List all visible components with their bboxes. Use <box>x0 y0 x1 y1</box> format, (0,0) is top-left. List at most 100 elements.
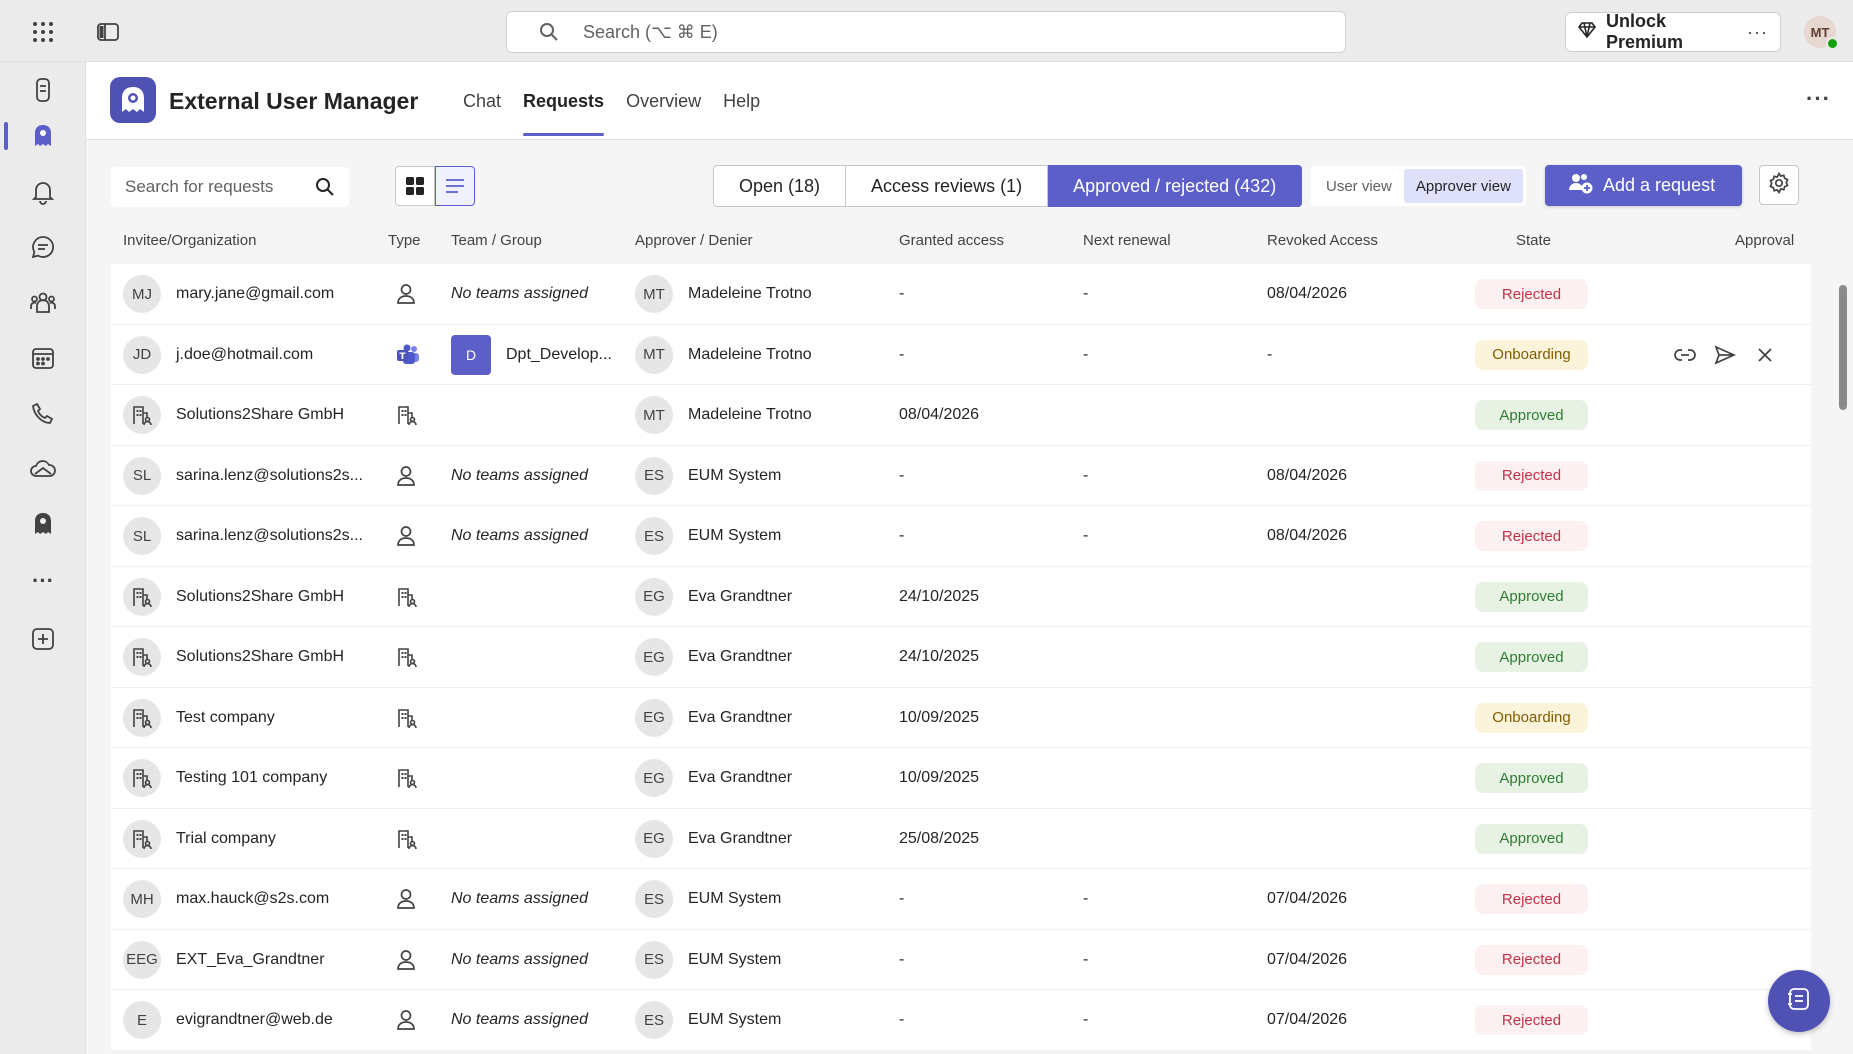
list-view-icon[interactable] <box>435 166 475 206</box>
rail-more-icon[interactable]: ··· <box>0 557 86 605</box>
team-cell: No teams assigned <box>451 527 588 544</box>
approver-name: Eva Grandtner <box>688 648 793 665</box>
col-type[interactable]: Type <box>388 216 421 264</box>
revoked-access <box>1267 809 1437 869</box>
tab-overview[interactable]: Overview <box>615 62 712 140</box>
invitee-name: Testing 101 company <box>176 769 328 786</box>
unlock-premium-button[interactable]: Unlock Premium ··· <box>1565 11 1781 52</box>
status-badge: Approved <box>1475 823 1588 854</box>
approver-view-button[interactable]: Approver view <box>1403 169 1523 203</box>
col-approver[interactable]: Approver / Denier <box>635 216 753 264</box>
tab-chat[interactable]: Chat <box>452 62 512 140</box>
organization-avatar-icon <box>123 638 161 676</box>
approver-avatar: EG <box>635 638 673 676</box>
user-avatar[interactable]: MT <box>1804 16 1839 50</box>
requests-content: Search for requests Open (18) Access rev… <box>86 140 1853 1054</box>
rail-chat-icon[interactable] <box>0 223 86 271</box>
close-icon[interactable] <box>1751 341 1779 369</box>
global-search-input[interactable]: Search (⌥ ⌘ E) <box>506 11 1346 53</box>
filter-approved-rejected[interactable]: Approved / rejected (432) <box>1048 165 1303 207</box>
tab-help[interactable]: Help <box>712 62 771 140</box>
organization-icon <box>396 627 426 687</box>
approver-avatar: EG <box>635 577 673 616</box>
table-row[interactable]: JD j.doe@hotmail.com T D Dpt_Develop... MT Mad… <box>111 324 1811 385</box>
app-more-icon[interactable]: ··· <box>1806 86 1831 112</box>
status-badge: Onboarding <box>1475 339 1588 370</box>
invitee-avatar: MJ <box>123 275 161 313</box>
filter-access-reviews[interactable]: Access reviews (1) <box>846 165 1049 207</box>
table-row[interactable]: Solutions2Share GmbH EG Eva Grandtner 24/10… <box>111 566 1811 627</box>
table-row[interactable]: Eevigrandtner@web.de No teams assigned ES E… <box>111 990 1811 1051</box>
send-icon[interactable] <box>1711 341 1739 369</box>
organization-avatar-icon <box>123 396 161 434</box>
filter-open[interactable]: Open (18) <box>713 165 847 207</box>
grid-view-icon[interactable] <box>395 166 435 206</box>
rail-bell-icon[interactable] <box>0 168 86 216</box>
table-row[interactable]: SL sarina.lenz@solutions2s... No teams ass… <box>111 445 1811 506</box>
rail-add-app-icon[interactable] <box>0 615 86 663</box>
add-request-button[interactable]: Add a request <box>1545 165 1742 206</box>
gear-icon <box>1768 171 1790 199</box>
revoked-access <box>1267 748 1437 808</box>
more-options-icon[interactable]: ··· <box>1747 22 1768 43</box>
rail-calendar-icon[interactable] <box>0 334 86 382</box>
invitee-cell: Test company <box>123 688 378 748</box>
approver-avatar: ES <box>635 517 673 555</box>
revoked-access <box>1267 567 1437 627</box>
revoked-access: 07/04/2026 <box>1267 1011 1348 1028</box>
invitee-cell: SL sarina.lenz@solutions2s... <box>123 506 378 566</box>
rail-app-pin-icon[interactable] <box>0 500 86 548</box>
approver-cell: EG Eva Grandtner <box>635 809 885 869</box>
tab-requests[interactable]: Requests <box>512 62 615 140</box>
table-row[interactable]: Solutions2Share GmbH EG Eva Grandtner 24/10… <box>111 627 1811 688</box>
copy-link-icon[interactable] <box>1671 341 1699 369</box>
col-renewal[interactable]: Next renewal <box>1083 216 1171 264</box>
table-row[interactable]: Testing 101 company EG Eva Grandtner 10/09/… <box>111 748 1811 809</box>
role-view-toggle: User view Approver view <box>1311 166 1526 206</box>
granted-access: - <box>899 950 905 968</box>
vertical-scrollbar[interactable] <box>1839 285 1847 410</box>
settings-button[interactable] <box>1759 165 1799 205</box>
invitee-cell: Solutions2Share GmbH <box>123 567 378 627</box>
next-renewal <box>1083 809 1253 869</box>
revoked-access: - <box>1267 345 1273 363</box>
approver-avatar: ES <box>635 456 673 495</box>
sidebar-toggle-icon[interactable] <box>94 18 122 46</box>
next-renewal <box>1083 385 1253 445</box>
invitee-name: Solutions2Share GmbH <box>176 406 345 423</box>
assistant-fab-button[interactable] <box>1768 970 1830 1032</box>
table-row[interactable]: SL sarina.lenz@solutions2s... No teams ass… <box>111 506 1811 567</box>
approver-name: Madeleine Trotno <box>688 406 812 423</box>
table-row[interactable]: MH max.hauck@s2s.com No teams assigned ES EU… <box>111 869 1811 930</box>
table-row[interactable]: Trial company EG Eva Grandtner 25/08/2025 Ap… <box>111 808 1811 869</box>
app-launcher-icon[interactable] <box>29 18 57 46</box>
table-row[interactable]: EEG EXT_Eva_Grandtner No teams assigned ES E… <box>111 929 1811 990</box>
col-revoked[interactable]: Revoked Access <box>1267 216 1378 264</box>
table-row[interactable]: Solutions2Share GmbH MT Madeleine Trotno 08… <box>111 385 1811 446</box>
table-header: Invitee/Organization Type Team / Group A… <box>111 216 1821 264</box>
team-cell: No teams assigned <box>451 950 588 968</box>
rail-teams-icon[interactable] <box>0 279 86 327</box>
col-approval[interactable]: Approval <box>1735 216 1794 264</box>
col-invitee[interactable]: Invitee/Organization <box>123 216 256 264</box>
col-state[interactable]: State <box>1516 216 1551 264</box>
approver-name: EUM System <box>688 466 782 484</box>
user-view-button[interactable]: User view <box>1314 169 1404 203</box>
revoked-access: 07/04/2026 <box>1267 890 1348 907</box>
organization-icon <box>396 809 426 869</box>
rail-app-icon[interactable] <box>0 66 86 114</box>
table-row[interactable]: MJ mary.jane@gmail.com No teams assigned MT… <box>111 264 1811 325</box>
rail-phone-icon[interactable] <box>0 390 86 438</box>
rail-onedrive-icon[interactable] <box>0 445 86 493</box>
invitee-cell: Eevigrandtner@web.de <box>123 990 378 1050</box>
col-team[interactable]: Team / Group <box>451 216 542 264</box>
requests-search-input[interactable]: Search for requests <box>111 167 349 207</box>
next-renewal <box>1083 627 1253 687</box>
next-renewal <box>1083 567 1253 627</box>
team-cell[interactable]: D Dpt_Develop... <box>451 325 621 385</box>
next-renewal: - <box>1083 890 1089 907</box>
user-icon <box>396 869 426 929</box>
col-granted[interactable]: Granted access <box>899 216 1004 264</box>
rail-external-user-manager-icon[interactable] <box>0 112 86 160</box>
table-row[interactable]: Test company EG Eva Grandtner 10/09/2025 Onb… <box>111 687 1811 748</box>
